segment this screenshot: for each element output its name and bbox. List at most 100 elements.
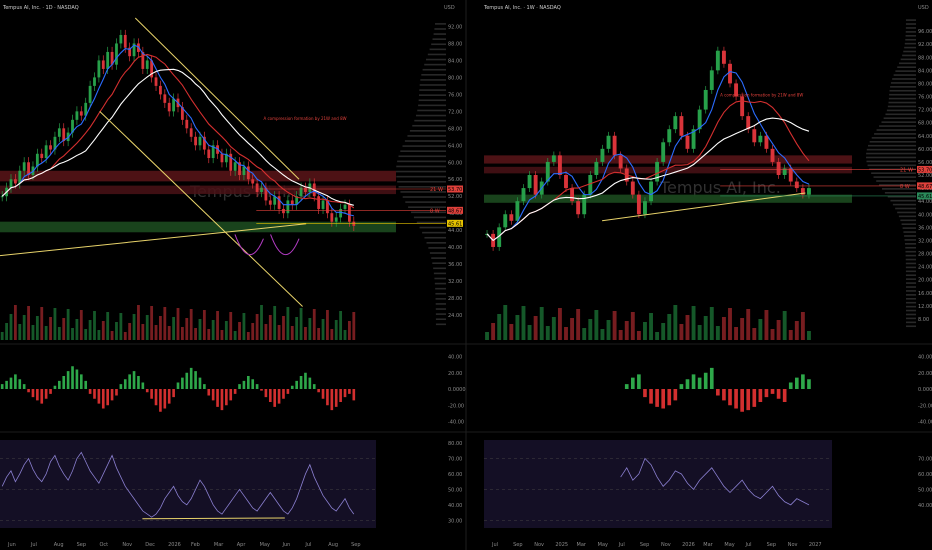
volume-profile-bar [395, 170, 446, 173]
candle-body [251, 179, 255, 184]
volume-bar [110, 331, 114, 340]
candle-body [220, 153, 224, 163]
volume-profile-bar [420, 79, 446, 81]
macd-histogram-bar [317, 389, 320, 393]
volume-profile-bar [905, 270, 916, 273]
macd-histogram-bar [709, 367, 714, 389]
resistance-zone [0, 185, 396, 195]
volume-profile-bar [905, 27, 916, 29]
macd-histogram-bar [176, 382, 180, 389]
cup-pattern-curve [270, 234, 300, 256]
right-watermark: Tempus AI, Inc. [659, 178, 781, 197]
macd-histogram-bar [685, 379, 690, 389]
volume-profile-bar [408, 206, 446, 208]
y-tick-label: 96.00 [918, 29, 932, 35]
volume-bar [606, 320, 611, 340]
volume-profile-bar [904, 235, 916, 237]
volume-profile-bar [873, 176, 916, 178]
x-tick-label: 2025 [555, 542, 568, 548]
x-tick-label: May [598, 542, 608, 548]
candle-body [290, 200, 294, 205]
candle-body [715, 50, 720, 71]
volume-bar [22, 315, 26, 340]
volume-bar [612, 311, 617, 340]
macd-histogram-bar [673, 389, 678, 401]
volume-bar [334, 320, 338, 340]
volume-profile-bar [435, 323, 446, 326]
volume-bar [304, 327, 307, 340]
volume-profile-bar [435, 298, 446, 300]
macd-histogram-bar [31, 389, 35, 398]
volume-profile-bar [397, 160, 446, 163]
volume-bar [202, 310, 206, 340]
x-tick-label: Aug [54, 542, 64, 548]
volume-bar [746, 309, 751, 340]
y-tick-label: 24.00 [918, 265, 932, 271]
candle-body [521, 188, 526, 202]
volume-bar [685, 315, 690, 340]
candle-body [770, 148, 775, 162]
x-tick-label: Jul [745, 542, 752, 548]
volume-bar [564, 327, 568, 340]
x-tick-label: Jul [304, 542, 311, 548]
macd-histogram-bar [260, 389, 263, 391]
y-tick-label: 80.00 [448, 75, 462, 81]
candle-body [93, 77, 96, 86]
y-tick-label: 28.00 [448, 296, 462, 302]
volume-profile-bar [402, 196, 446, 198]
macd-histogram-bar [163, 389, 167, 409]
volume-profile-bar [905, 23, 916, 25]
volume-bar [764, 310, 769, 340]
y-tick-label: 64.00 [448, 143, 462, 149]
volume-bar [286, 307, 290, 340]
volume-profile-bar [890, 199, 916, 202]
volume-bar [13, 305, 17, 340]
macd-histogram-bar [321, 389, 325, 399]
candle-body [334, 217, 338, 222]
volume-bar [330, 329, 334, 340]
volume-profile-bar [900, 58, 916, 61]
macd-histogram-bar [101, 389, 105, 409]
candle-body [194, 136, 197, 146]
y-tick-label: 88.00 [448, 41, 462, 47]
x-tick-label: Jul [618, 542, 625, 548]
candle-body [606, 135, 611, 149]
candle-body [22, 162, 26, 171]
macd-histogram-bar [667, 389, 672, 406]
volume-profile-bar [409, 130, 446, 132]
candle-body [709, 70, 714, 90]
candle-body [75, 111, 79, 120]
volume-profile-bar [432, 262, 446, 265]
candle-body [233, 162, 237, 171]
volume-bar [93, 311, 96, 340]
macd-tick-label: -40.00 [918, 420, 932, 426]
volume-profile-bar [396, 165, 446, 168]
x-tick-label: 2027 [809, 542, 822, 548]
macd-histogram-bar [752, 389, 757, 407]
volume-profile-bar [885, 113, 916, 116]
y-tick-label: 88.00 [918, 55, 932, 61]
x-tick-label: Aug [328, 542, 338, 548]
macd-histogram-bar [216, 389, 219, 407]
volume-bar [66, 309, 70, 340]
candle-body [752, 129, 757, 143]
candle-body [503, 214, 508, 228]
volume-profile-bar [905, 286, 916, 288]
volume-bar [53, 308, 57, 340]
macd-histogram-bar [123, 379, 127, 389]
macd-histogram-bar [242, 380, 246, 389]
volume-profile-bar [905, 250, 916, 253]
candle-body [207, 149, 211, 159]
y-tick-label: 76.00 [448, 92, 462, 98]
macd-histogram-bar [106, 389, 109, 406]
volume-bar [794, 321, 799, 340]
macd-histogram-bar [79, 374, 83, 389]
volume-bar [807, 331, 811, 340]
volume-bar [734, 327, 739, 340]
y-tick-label: 36.00 [918, 225, 932, 231]
macd-histogram-bar [251, 379, 255, 389]
volume-bar [101, 321, 105, 340]
candle-body [655, 161, 660, 182]
macd-histogram-bar [697, 377, 702, 389]
volume-bar [31, 325, 35, 340]
